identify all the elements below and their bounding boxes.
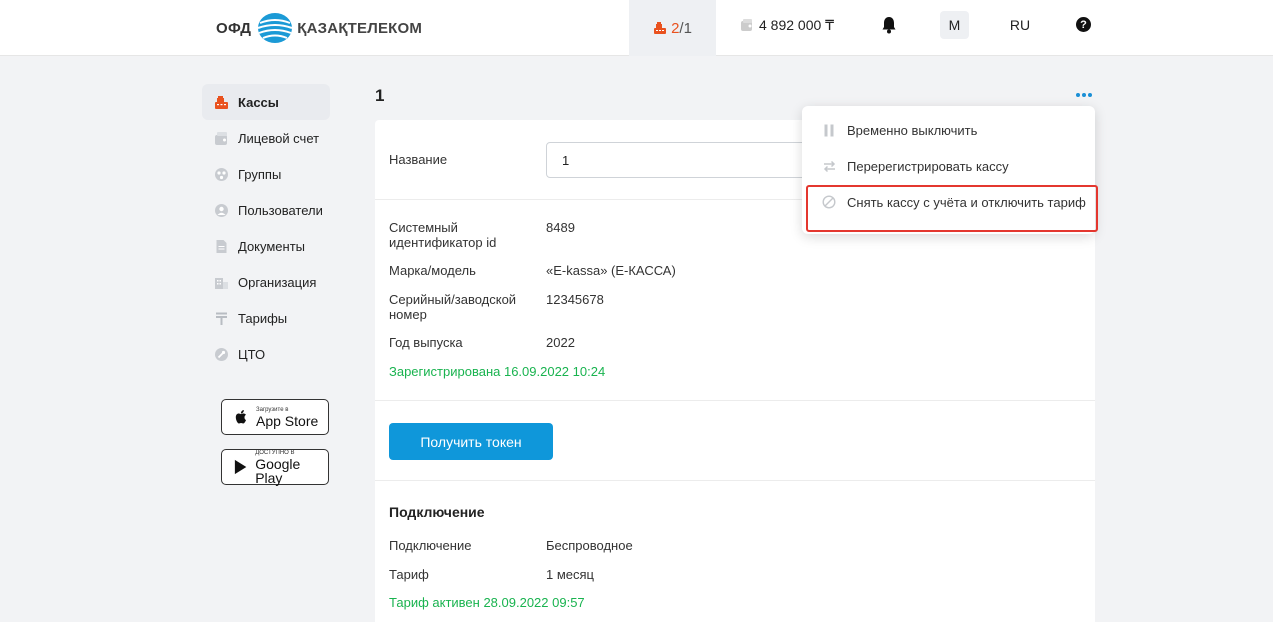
wallet-icon (741, 19, 752, 31)
globe-logo-icon (257, 13, 293, 43)
sidebar-item-organization[interactable]: Организация (202, 264, 330, 300)
connection-value: Беспроводное (546, 538, 633, 553)
more-dot-icon (1082, 93, 1086, 97)
google-play-icon (234, 459, 247, 475)
tariff-value: 1 месяц (546, 567, 594, 582)
sidebar-item-label: Организация (238, 274, 317, 290)
detail-value: 2022 (546, 335, 575, 350)
tenge-icon (213, 310, 229, 326)
tariff-label: Тариф (389, 567, 429, 582)
top-header: ОФД ҚАЗАҚТЕЛЕКОМ 2/1 4 892 000 ₸ М RU ? (0, 0, 1273, 56)
balance-value: 4 892 000 ₸ (759, 16, 835, 33)
menu-item-label: Перерегистрировать кассу (847, 158, 1009, 174)
sidebar: Кассы Лицевой счет Группы Пользователи Д… (202, 84, 330, 372)
app-store-button[interactable]: Загрузите в App Store (221, 399, 329, 435)
name-label: Название (389, 152, 448, 167)
detail-value: «E-kassa» (E-КАССА) (546, 263, 676, 278)
re-register-icon (822, 159, 836, 173)
more-options-button[interactable] (1076, 90, 1092, 100)
app-store-caption: Загрузите в (256, 406, 289, 413)
sidebar-item-label: Документы (238, 238, 306, 254)
sidebar-item-label: Группы (238, 166, 282, 182)
app-store-label: App Store (256, 412, 319, 429)
kassy-total-count: /1 (679, 19, 692, 37)
google-play-button[interactable]: ДОСТУПНО В Google Play (221, 449, 329, 485)
sidebar-item-documents[interactable]: Документы (202, 228, 330, 264)
groups-icon (213, 166, 229, 182)
detail-label: Год выпуска (389, 335, 463, 350)
tariff-status: Тариф активен 28.09.2022 09:57 (389, 595, 585, 610)
language-switch[interactable]: RU (1003, 11, 1037, 39)
help-icon[interactable]: ? (1076, 17, 1091, 32)
pause-icon (822, 123, 836, 137)
document-icon (213, 238, 229, 254)
sidebar-item-label: Пользователи (238, 202, 323, 218)
get-token-button[interactable]: Получить токен (389, 423, 553, 460)
sidebar-item-label: ЦТО (238, 346, 266, 362)
more-dot-icon (1088, 93, 1092, 97)
connection-section: Подключение Подключение Беспроводное Тар… (375, 481, 1095, 622)
sidebar-item-label: Лицевой счет (238, 130, 320, 146)
detail-label: Марка/модель (389, 263, 476, 278)
sidebar-item-account[interactable]: Лицевой счет (202, 120, 330, 156)
wrench-icon (213, 346, 229, 362)
detail-value: 12345678 (546, 292, 604, 307)
menu-item-re-register[interactable]: Перерегистрировать кассу (822, 156, 1009, 176)
sidebar-item-groups[interactable]: Группы (202, 156, 330, 192)
sidebar-item-label: Кассы (238, 94, 279, 110)
sidebar-item-users[interactable]: Пользователи (202, 192, 330, 228)
logo-company-text: ҚАЗАҚТЕЛЕКОМ (297, 19, 423, 37)
connection-label: Подключение (389, 538, 472, 553)
token-section: Получить токен (375, 401, 1095, 481)
cash-register-icon (654, 21, 667, 34)
bell-icon[interactable] (881, 16, 897, 34)
more-dot-icon (1076, 93, 1080, 97)
cash-register-icon (213, 94, 229, 110)
google-play-label: Google Play (255, 455, 301, 486)
sidebar-item-tariffs[interactable]: Тарифы (202, 300, 330, 336)
sidebar-item-label: Тарифы (238, 310, 288, 326)
registered-status: Зарегистрирована 16.09.2022 10:24 (389, 364, 606, 379)
sidebar-item-cto[interactable]: ЦТО (202, 336, 330, 372)
sidebar-item-kassy[interactable]: Кассы (202, 84, 330, 120)
wallet-icon (213, 130, 229, 146)
menu-item-label: Временно выключить (847, 122, 978, 138)
logo-ofd-text: ОФД (216, 19, 252, 37)
detail-label: Серийный/заводской номер (389, 292, 517, 322)
detail-label: Системный идентификатор id (389, 220, 497, 250)
building-icon (213, 274, 229, 290)
page-title: 1 (375, 86, 385, 105)
highlight-box (806, 185, 1098, 232)
user-icon (213, 202, 229, 218)
user-avatar-button[interactable]: М (940, 11, 969, 39)
detail-value: 8489 (546, 220, 575, 235)
apple-icon (235, 410, 246, 424)
connection-title: Подключение (389, 504, 485, 520)
menu-item-pause[interactable]: Временно выключить (822, 120, 977, 140)
header-kassy-counter[interactable]: 2/1 (629, 0, 716, 56)
header-balance[interactable]: 4 892 000 ₸ (740, 0, 834, 50)
logo[interactable]: ОФД ҚАЗАҚТЕЛЕКОМ (216, 10, 422, 46)
google-play-caption: ДОСТУПНО В (255, 449, 295, 456)
